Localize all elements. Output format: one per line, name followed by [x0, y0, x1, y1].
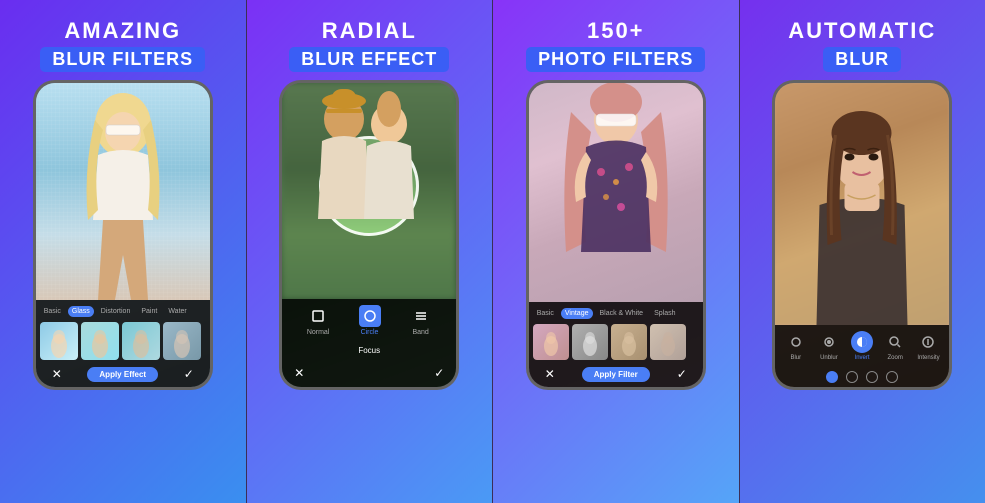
intensity-label: Intensity	[917, 355, 939, 361]
normal-icon	[307, 305, 329, 327]
tab-glass[interactable]: Glass	[68, 306, 94, 317]
panel1-photo	[36, 83, 210, 300]
panel3-title: 150+ PHOTO FILTERS	[526, 18, 705, 72]
panel-radial-blur: RADIAL BLUR EFFECT	[247, 0, 493, 503]
thumbnail-3[interactable]	[122, 322, 160, 360]
tool-intensity[interactable]: Intensity	[917, 331, 939, 361]
thumbnail-1[interactable]	[40, 322, 78, 360]
action-bar-2: ✕ ✓	[282, 359, 456, 387]
vintage-thumb-1[interactable]	[533, 324, 569, 360]
dot-controls	[775, 367, 949, 387]
tool-blur[interactable]: Blur	[785, 331, 807, 361]
panel1-title-line2: BLUR FILTERS	[40, 47, 205, 72]
dot-1[interactable]	[826, 371, 838, 383]
dot-4[interactable]	[886, 371, 898, 383]
tab-paint[interactable]: Paint	[137, 306, 161, 317]
zoom-icon-wrap	[884, 331, 906, 353]
close-icon[interactable]: ✕	[48, 365, 66, 383]
panel4-title-line2: BLUR	[823, 47, 901, 72]
tab-water[interactable]: Water	[164, 306, 190, 317]
woman-silhouette	[68, 90, 178, 300]
apply-filter-btn[interactable]: Apply Filter	[582, 367, 650, 382]
panel2-focus-label: Focus	[282, 342, 456, 359]
panel1-phone: Basic Glass Distortion Paint Water	[33, 80, 213, 390]
focus-text: Focus	[290, 346, 448, 355]
band-label: Band	[412, 329, 428, 336]
unblur-icon-wrap	[818, 331, 840, 353]
action-bar-1: ✕ Apply Effect ✓	[40, 365, 206, 383]
tool-zoom[interactable]: Zoom	[884, 331, 906, 361]
panel2-title-line1: RADIAL	[289, 18, 449, 44]
panel-photo-filters: 150+ PHOTO FILTERS	[493, 0, 739, 503]
check-icon[interactable]: ✓	[180, 365, 198, 383]
panel2-photo	[282, 83, 456, 299]
vintage-thumb-4[interactable]	[650, 324, 686, 360]
band-icon	[410, 305, 432, 327]
panel4-title-line1: AUTOMATIC	[788, 18, 936, 44]
thumbnail-4[interactable]	[163, 322, 201, 360]
normal-label: Normal	[307, 329, 330, 336]
panel4-title: AUTOMATIC BLUR	[788, 18, 936, 72]
circle-label: Circle	[361, 329, 379, 336]
mode-band[interactable]: Band	[410, 305, 432, 336]
close-icon-2[interactable]: ✕	[290, 364, 308, 382]
panel3-phone: Basic Vintage Black & White Splash	[526, 80, 706, 390]
panel-blur-filters: AMAZING BLUR FILTERS	[0, 0, 246, 503]
panel3-title-line2: PHOTO FILTERS	[526, 47, 705, 72]
portrait-woman	[790, 85, 935, 325]
mode-normal[interactable]: Normal	[307, 305, 330, 336]
panel2-title-line2: BLUR EFFECT	[289, 47, 449, 72]
invert-label: Invert	[855, 355, 870, 361]
vintage-thumbnails	[533, 324, 699, 360]
tab3-vintage[interactable]: Vintage	[561, 308, 593, 319]
panel-auto-blur: AUTOMATIC BLUR	[740, 0, 985, 503]
panel1-title: AMAZING BLUR FILTERS	[40, 18, 205, 72]
women-figures	[294, 83, 444, 299]
tab3-basic[interactable]: Basic	[533, 308, 558, 319]
panel3-title-line1: 150+	[526, 18, 705, 44]
thumbnail-row	[40, 322, 206, 360]
check-icon-2[interactable]: ✓	[430, 364, 448, 382]
filter-tabs-3: Basic Vintage Black & White Splash	[533, 308, 699, 319]
close-icon-3[interactable]: ✕	[541, 365, 559, 383]
filter-tabs: Basic Glass Distortion Paint Water	[40, 306, 206, 317]
panel4-phone-bg: Blur Unblur Invert	[775, 83, 949, 387]
unblur-label: Unblur	[820, 355, 838, 361]
tool-unblur[interactable]: Unblur	[818, 331, 840, 361]
panel4-phone: Blur Unblur Invert	[772, 80, 952, 390]
action-bar-3: ✕ Apply Filter ✓	[533, 365, 699, 383]
invert-icon-wrap	[851, 331, 873, 353]
panel1-bottom-bar: Basic Glass Distortion Paint Water	[36, 300, 210, 387]
check-icon-3[interactable]: ✓	[673, 365, 691, 383]
tab3-bw[interactable]: Black & White	[596, 308, 648, 319]
circle-icon	[359, 305, 381, 327]
mode-selector: Normal Circle Band	[282, 299, 456, 342]
vintage-thumb-3[interactable]	[611, 324, 647, 360]
panel2-title: RADIAL BLUR EFFECT	[289, 18, 449, 72]
tab3-splash[interactable]: Splash	[650, 308, 679, 319]
tool-invert[interactable]: Invert	[851, 331, 873, 361]
intensity-icon-wrap	[917, 331, 939, 353]
panel1-phone-bg: Basic Glass Distortion Paint Water	[36, 83, 210, 387]
panel3-phone-bg: Basic Vintage Black & White Splash	[529, 83, 703, 387]
tab-basic[interactable]: Basic	[40, 306, 65, 317]
panel3-bottom-bar: Basic Vintage Black & White Splash	[529, 302, 703, 387]
tool-bar: Blur Unblur Invert	[775, 325, 949, 367]
blur-icon-wrap	[785, 331, 807, 353]
dot-3[interactable]	[866, 371, 878, 383]
blur-label: Blur	[790, 355, 801, 361]
thumbnail-2[interactable]	[81, 322, 119, 360]
panel2-phone: Normal Circle Band Focus	[279, 80, 459, 390]
panel4-photo	[775, 83, 949, 325]
panel1-title-line1: AMAZING	[40, 18, 205, 44]
panel3-photo	[529, 83, 703, 302]
fashion-woman	[551, 83, 681, 302]
vintage-thumb-2[interactable]	[572, 324, 608, 360]
dot-2[interactable]	[846, 371, 858, 383]
panel2-phone-bg: Normal Circle Band Focus	[282, 83, 456, 387]
zoom-label: Zoom	[888, 355, 903, 361]
mode-circle[interactable]: Circle	[359, 305, 381, 336]
apply-effect-btn[interactable]: Apply Effect	[87, 367, 158, 382]
tab-distortion[interactable]: Distortion	[97, 306, 135, 317]
